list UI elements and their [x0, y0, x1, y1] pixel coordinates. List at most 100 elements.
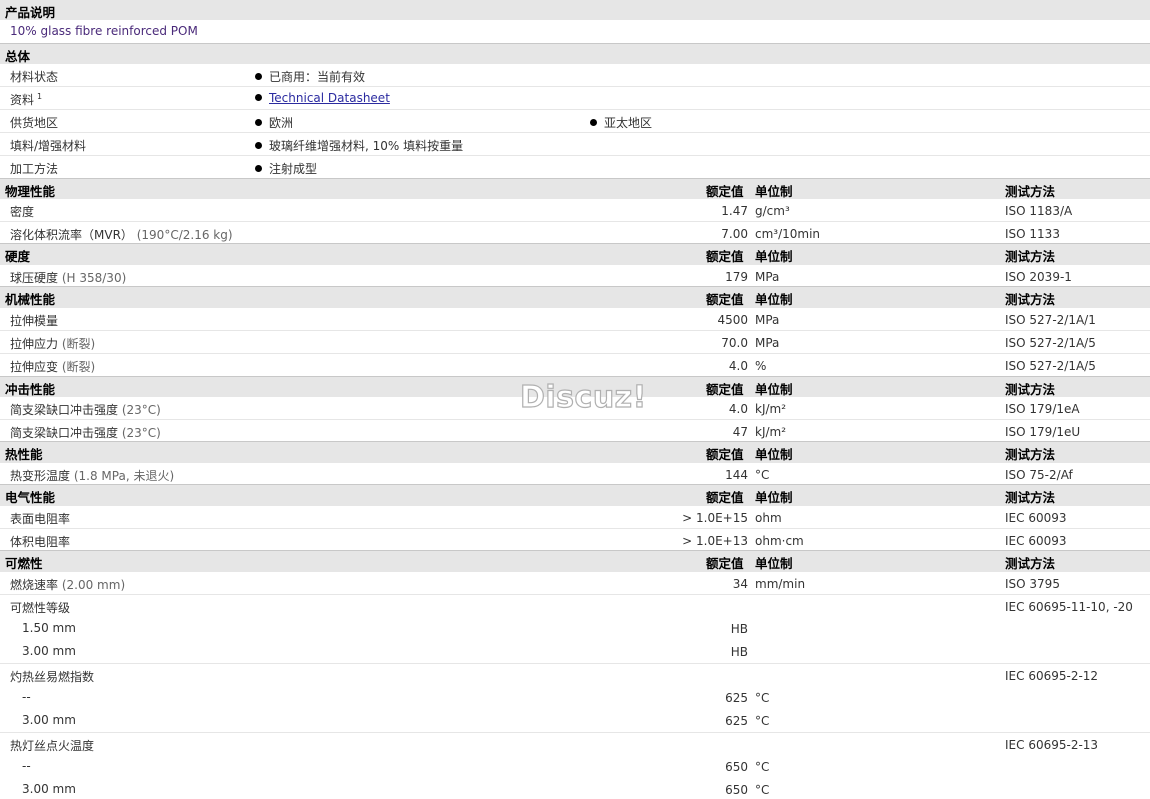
property-subrow: 1.50 mm HB [0, 617, 1150, 640]
property-value: 179 [725, 270, 748, 284]
property-label: 热变形温度 (1.8 MPa, 未退火) [10, 469, 175, 483]
property-label: 体积电阻率 [10, 535, 71, 549]
property-value: 650 [725, 783, 748, 797]
property-value: HB [730, 622, 748, 636]
property-label: 可燃性等级 [10, 601, 71, 615]
bullet-item: Technical Datasheet [255, 91, 390, 105]
bullet-item: 注射成型 [255, 160, 317, 177]
test-method: IEC 60695-2-12 [1005, 669, 1099, 683]
overview-row-regions: 供货地区 欧洲 亚太地区 [0, 109, 1150, 132]
property-row: 拉伸应变 (断裂) 4.0 % ISO 527-2/1A/5 [0, 353, 1150, 376]
property-value: 4.0 [728, 359, 748, 373]
property-value: 7.00 [721, 227, 748, 241]
property-label: 热灯丝点火温度 [10, 739, 95, 753]
property-sublabel: 3.00 mm [22, 644, 76, 658]
property-unit: cm³/10min [755, 227, 821, 241]
bullet-item: 亚太地区 [590, 114, 652, 131]
footnote-marker: 1 [37, 92, 43, 101]
property-unit: % [755, 359, 767, 373]
property-label: 简支梁缺口冲击强度 (23°C) [10, 426, 161, 440]
property-row: 灼热丝易燃指数 IEC 60695-2-12 [0, 663, 1150, 686]
test-method: ISO 179/1eA [1005, 402, 1080, 416]
header-unit: 单位制 [755, 292, 793, 307]
bullet-icon [255, 142, 262, 149]
property-label: 灼热丝易燃指数 [10, 670, 95, 684]
test-method: ISO 179/1eU [1005, 425, 1081, 439]
property-subrow: 3.00 mm HB [0, 640, 1150, 663]
header-unit: 单位制 [755, 447, 793, 462]
technical-datasheet-link[interactable]: Technical Datasheet [269, 91, 390, 105]
section-header-physical: 物理性能 额定值 单位制 测试方法 [0, 178, 1150, 199]
property-subrow: -- 625 °C [0, 686, 1150, 709]
property-unit: mm/min [755, 577, 806, 591]
property-value: 47 [732, 425, 748, 439]
overview-row-status: 材料状态 已商用：当前有效 [0, 63, 1150, 86]
test-method: ISO 1133 [1005, 227, 1060, 241]
bullet-item: 已商用：当前有效 [255, 68, 365, 85]
property-row: 拉伸模量 4500 MPa ISO 527-2/1A/1 [0, 307, 1150, 330]
test-method: IEC 60093 [1005, 511, 1067, 525]
row-label: 材料状态 [10, 70, 59, 84]
property-value: 70.0 [721, 336, 748, 350]
section-header-hardness: 硬度 额定值 单位制 测试方法 [0, 243, 1150, 264]
bullet-icon [255, 119, 262, 126]
header-method: 测试方法 [1005, 249, 1056, 264]
bullet-icon [255, 94, 262, 101]
property-value: 144 [725, 468, 748, 482]
section-header-thermal: 热性能 额定值 单位制 测试方法 [0, 441, 1150, 462]
header-value: 额定值 [706, 447, 744, 462]
row-label: 资料 1 [10, 92, 43, 107]
row-label: 填料/增强材料 [10, 139, 87, 153]
property-label: 溶化体积流率（MVR） (190°C/2.16 kg) [10, 228, 233, 242]
section-title: 电气性能 [5, 490, 56, 505]
property-value: 625 [725, 714, 748, 728]
property-subrow: 3.00 mm 650 °C [0, 778, 1150, 799]
section-title: 产品说明 [5, 5, 56, 20]
property-row: 体积电阻率 > 1.0E+13 ohm·cm IEC 60093 [0, 528, 1150, 550]
description-text: 10% glass fibre reinforced POM [10, 24, 198, 38]
property-value: 34 [732, 577, 748, 591]
property-label: 简支梁缺口冲击强度 (23°C) [10, 403, 161, 417]
property-unit: °C [755, 714, 770, 728]
overview-row-resources: 资料 1 Technical Datasheet [0, 86, 1150, 109]
discuz-watermark: Discuz! [519, 379, 647, 415]
property-row: 密度 1.47 g/cm³ ISO 1183/A [0, 198, 1150, 221]
property-row: 溶化体积流率（MVR） (190°C/2.16 kg) 7.00 cm³/10m… [0, 221, 1150, 243]
property-label: 球压硬度 (H 358/30) [10, 271, 127, 285]
property-label: 燃烧速率 (2.00 mm) [10, 578, 126, 592]
description-row: 10% glass fibre reinforced POM [0, 20, 1150, 43]
property-unit: MPa [755, 313, 780, 327]
property-row: 球压硬度 (H 358/30) 179 MPa ISO 2039-1 [0, 264, 1150, 286]
property-unit: kJ/m² [755, 402, 787, 416]
property-unit: °C [755, 760, 770, 774]
property-row: 燃烧速率 (2.00 mm) 34 mm/min ISO 3795 [0, 571, 1150, 594]
property-value: 650 [725, 760, 748, 774]
property-row: 拉伸应力 (断裂) 70.0 MPa ISO 527-2/1A/5 [0, 330, 1150, 353]
header-unit: 单位制 [755, 490, 793, 505]
property-subrow: 3.00 mm 625 °C [0, 709, 1150, 732]
header-method: 测试方法 [1005, 447, 1056, 462]
section-title: 可燃性 [5, 556, 43, 571]
test-method: ISO 3795 [1005, 577, 1060, 591]
property-value: 4500 [717, 313, 748, 327]
section-title: 机械性能 [5, 292, 56, 307]
property-value: HB [730, 645, 748, 659]
test-method: ISO 527-2/1A/1 [1005, 313, 1096, 327]
section-header-overview: 总体 [0, 43, 1150, 64]
property-unit: °C [755, 783, 770, 797]
row-label: 加工方法 [10, 162, 59, 176]
property-label: 拉伸应力 (断裂) [10, 337, 96, 351]
property-label: 密度 [10, 205, 35, 219]
header-value: 额定值 [706, 556, 744, 571]
property-sublabel: 3.00 mm [22, 782, 76, 796]
property-row: 热变形温度 (1.8 MPa, 未退火) 144 °C ISO 75-2/Af [0, 462, 1150, 484]
property-sublabel: -- [22, 690, 31, 704]
property-row: 表面电阻率 > 1.0E+15 ohm IEC 60093 [0, 505, 1150, 528]
property-sublabel: 1.50 mm [22, 621, 76, 635]
bullet-item: 玻璃纤维增强材料, 10% 填料按重量 [255, 137, 463, 154]
section-title: 热性能 [5, 447, 43, 462]
property-sublabel: 3.00 mm [22, 713, 76, 727]
test-method: IEC 60695-2-13 [1005, 738, 1099, 752]
test-method: ISO 527-2/1A/5 [1005, 359, 1096, 373]
property-subrow: -- 650 °C [0, 755, 1150, 778]
